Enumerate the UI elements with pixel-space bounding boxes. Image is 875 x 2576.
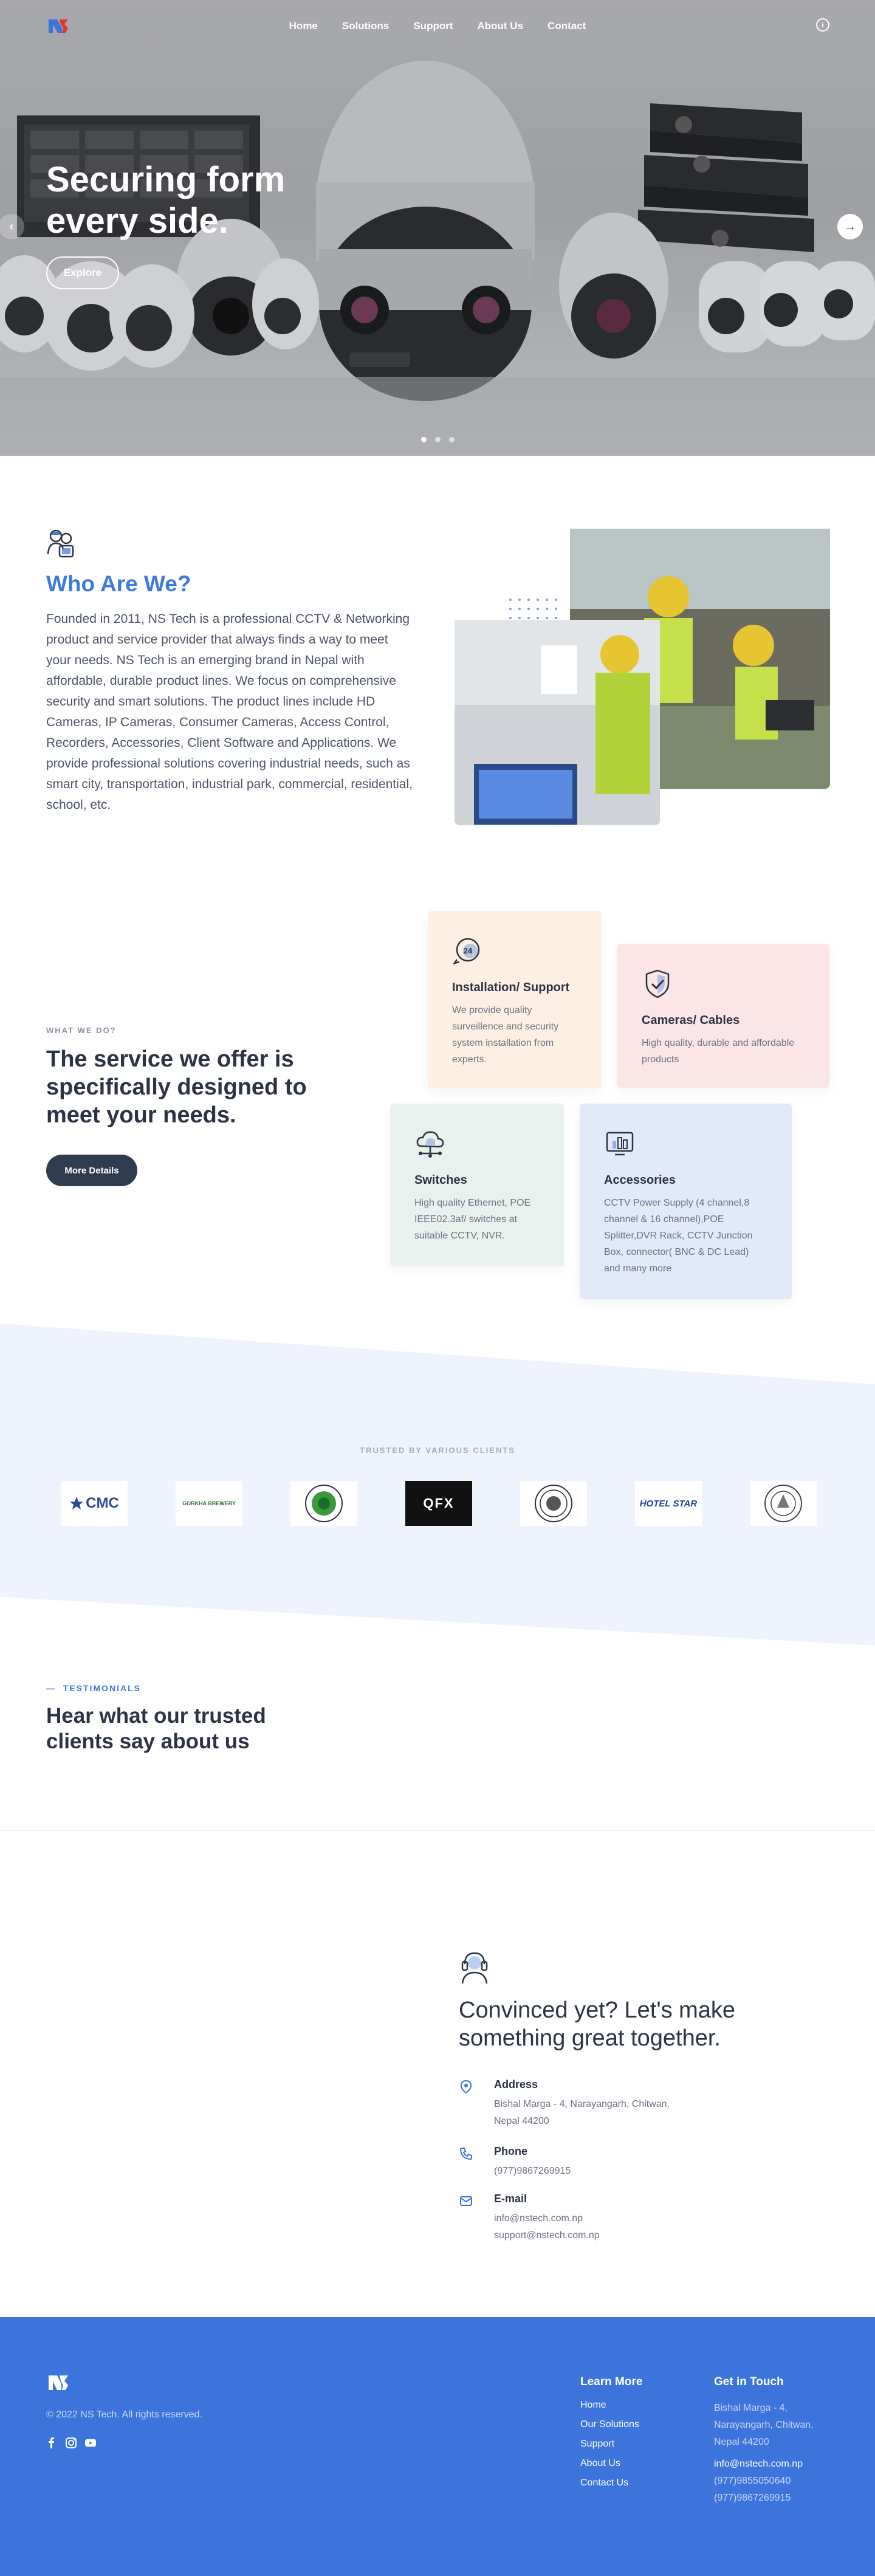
nav-solutions[interactable]: Solutions: [342, 20, 389, 32]
testimonials-title: Hear what our trusted clients say about …: [46, 1704, 266, 1753]
footer-touch-title: Get in Touch: [714, 2375, 784, 2388]
slider-next-arrow-icon[interactable]: →: [837, 214, 863, 239]
info-icon[interactable]: i: [816, 18, 829, 32]
testimonials-kicker-text: TESTIMONIALS: [63, 1683, 142, 1693]
service-card-cameras[interactable]: Cameras/ Cables High quality, durable an…: [617, 944, 829, 1088]
network-cloud-icon: [416, 1131, 444, 1158]
support-24-icon: 24: [453, 938, 480, 964]
client-logos: CMC GORKHA BREWERY QFX HOTEL STAR: [61, 1481, 817, 1526]
client-logo-text: QFX: [423, 1496, 455, 1511]
client-logo-hotel-star: HOTEL STAR: [635, 1481, 702, 1526]
client-logo-text: CMC: [86, 1495, 119, 1511]
service-card-text: We provide quality surveillence and secu…: [452, 1005, 559, 1065]
contact-phone-value[interactable]: (977)9867269915: [494, 2163, 763, 2180]
page: Home Solutions Support About Us Contact …: [0, 0, 875, 2576]
section-divider: [0, 1830, 875, 1831]
slider-dot[interactable]: [448, 437, 455, 442]
slider-dot[interactable]: [420, 437, 427, 442]
footer-copyright: © 2022 NS Tech. All rights reserved.: [46, 2409, 202, 2420]
client-logo-text: HOTEL STAR: [639, 1498, 698, 1509]
nav-links: Home Solutions Support About Us Contact: [0, 20, 875, 32]
slider-prev-arrow-icon[interactable]: ‹: [0, 214, 24, 239]
service-card-title: Cameras/ Cables: [642, 1014, 740, 1027]
service-card-switches[interactable]: Switches High quality Ethernet, POE IEEE…: [390, 1104, 564, 1266]
phone-icon: [459, 2148, 472, 2160]
hero-section: Home Solutions Support About Us Contact …: [0, 0, 875, 456]
cmc-star-icon: [70, 1497, 84, 1510]
nav-support[interactable]: Support: [413, 20, 453, 32]
footer-phone-2[interactable]: (977)9867269915: [714, 2490, 836, 2507]
about-title: Who Are We?: [46, 571, 191, 596]
footer-link-about[interactable]: About Us: [580, 2458, 642, 2469]
hero-title: Securing form every side.: [46, 160, 286, 241]
footer-address: Bishal Marga - 4, Narayangarh, Chitwan, …: [714, 2403, 814, 2447]
slider-dots: [0, 437, 875, 442]
contact-title: Convinced yet? Let's make something grea…: [459, 1997, 736, 2051]
explore-button[interactable]: Explore: [46, 256, 119, 289]
team-icon: [47, 529, 74, 558]
ns-logo[interactable]: [47, 2373, 69, 2392]
service-card-installation[interactable]: 24 Installation/ Support We provide qual…: [428, 911, 602, 1088]
client-logo-cmc: CMC: [61, 1481, 128, 1526]
installer-photo: [455, 620, 660, 825]
footer-link-support[interactable]: Support: [580, 2439, 642, 2450]
service-card-title: Switches: [414, 1173, 467, 1187]
service-card-text: CCTV Power Supply (4 channel,8 channel &…: [604, 1198, 753, 1274]
contact-address-value: Bishal Marga - 4, Narayangarh, Chitwan, …: [494, 2099, 670, 2126]
footer-learn-more: Learn More Home Our Solutions Support Ab…: [580, 2375, 642, 2497]
client-logo-seal-3: [750, 1481, 817, 1526]
client-logo-qfx: QFX: [405, 1481, 472, 1526]
youtube-icon[interactable]: [85, 2437, 96, 2448]
client-logo-seal-2: [520, 1481, 587, 1526]
contact-email-value[interactable]: support@nstech.com.np: [494, 2227, 763, 2244]
clients-label: TRUSTED BY VARIOUS CLIENTS: [360, 1446, 515, 1455]
contact-email-label: E-mail: [494, 2193, 527, 2205]
footer-link-solutions[interactable]: Our Solutions: [580, 2419, 642, 2430]
client-logo-seal-1: [290, 1481, 357, 1526]
nav-contact[interactable]: Contact: [547, 20, 586, 32]
footer-get-in-touch: Get in Touch Bishal Marga - 4, Narayanga…: [714, 2375, 836, 2507]
nav-home[interactable]: Home: [289, 20, 318, 32]
location-pin-icon: [460, 2080, 472, 2094]
service-card-title: Accessories: [604, 1173, 676, 1187]
service-card-accessories[interactable]: Accessories CCTV Power Supply (4 channel…: [580, 1104, 792, 1299]
monitor-chart-icon: [606, 1132, 634, 1156]
contact-address: Address Bishal Marga - 4, Narayangarh, C…: [459, 2078, 763, 2130]
nav-about-us[interactable]: About Us: [478, 20, 524, 32]
instagram-icon[interactable]: [66, 2437, 77, 2448]
service-card-text: High quality Ethernet, POE IEEE02.3af/ s…: [414, 1198, 531, 1241]
service-card-text: High quality, durable and affordable pro…: [642, 1038, 795, 1065]
client-logo-text: GORKHA BREWERY: [182, 1500, 236, 1506]
contact-phone: Phone (977)9867269915: [459, 2145, 763, 2180]
top-nav: Home Solutions Support About Us Contact …: [0, 0, 875, 52]
contact-email-value[interactable]: info@nstech.com.np: [494, 2210, 763, 2227]
about-photos: [455, 529, 830, 825]
footer-learn-title: Learn More: [580, 2375, 643, 2388]
contact-phone-label: Phone: [494, 2145, 528, 2157]
footer-email[interactable]: info@nstech.com.np: [714, 2456, 836, 2473]
client-logo-gorkha: GORKHA BREWERY: [176, 1481, 242, 1526]
footer: © 2022 NS Tech. All rights reserved. Lea…: [0, 2317, 875, 2576]
headset-icon: [461, 1952, 488, 1984]
mail-icon: [460, 2196, 472, 2206]
footer-phone-1[interactable]: (977)9855050640: [714, 2473, 836, 2490]
contact-email: E-mail info@nstech.com.np support@nstech…: [459, 2193, 763, 2244]
slider-dot[interactable]: [434, 437, 441, 442]
about-text: Founded in 2011, NS Tech is a profession…: [46, 612, 413, 812]
facebook-icon[interactable]: [46, 2437, 57, 2448]
shield-check-icon: [645, 969, 670, 998]
more-details-button[interactable]: More Details: [46, 1155, 137, 1186]
footer-link-contact[interactable]: Contact Us: [580, 2478, 642, 2488]
footer-link-home[interactable]: Home: [580, 2400, 642, 2411]
svg-text:24: 24: [464, 946, 473, 955]
services-title: The service we offer is specifically des…: [46, 1046, 307, 1128]
services-kicker: WHAT WE DO?: [46, 1026, 117, 1035]
footer-social: [46, 2437, 96, 2448]
contact-address-label: Address: [494, 2078, 538, 2090]
testimonials-kicker: — TESTIMONIALS: [46, 1683, 142, 1693]
service-card-title: Installation/ Support: [452, 981, 570, 994]
